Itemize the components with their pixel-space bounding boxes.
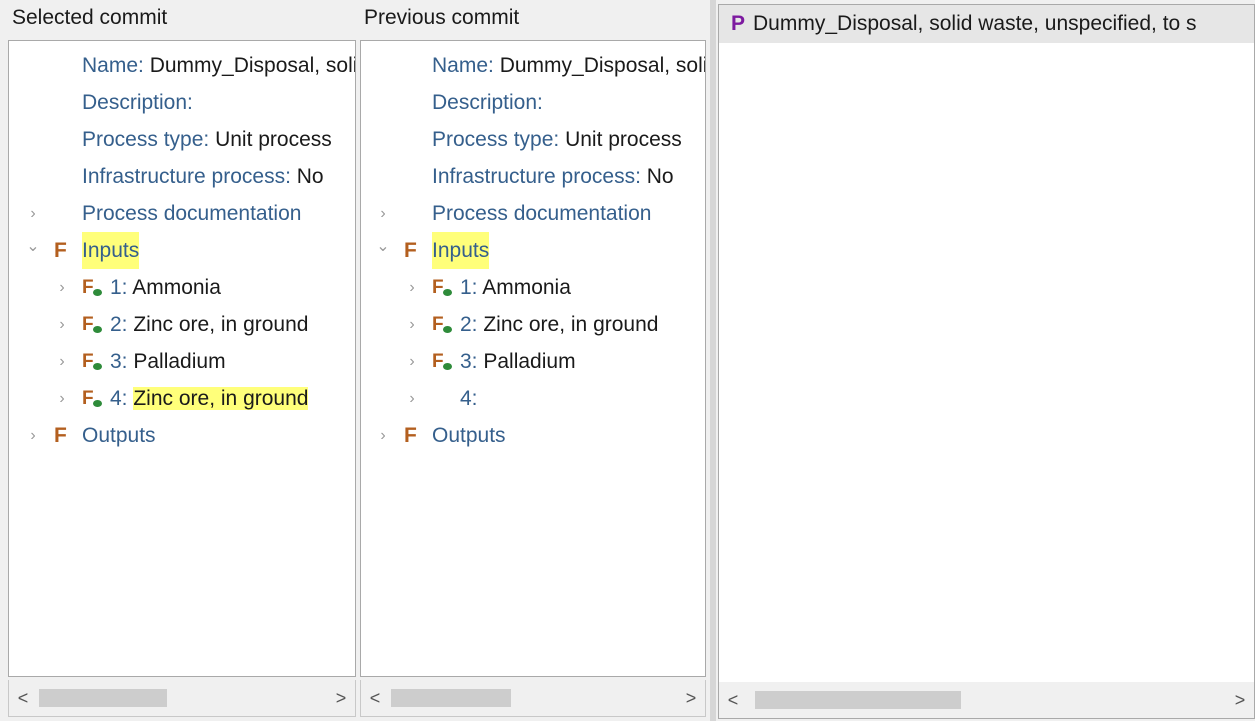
chevron-down-icon[interactable]: ⌄ <box>23 228 43 265</box>
input-4-number: 4: <box>110 387 128 410</box>
chevron-right-icon[interactable]: › <box>52 269 72 306</box>
tree-row-outputs[interactable]: › F Outputs <box>361 417 705 454</box>
tree-row-input-1[interactable]: › F 1: Ammonia <box>9 269 355 306</box>
chevron-right-icon[interactable]: › <box>23 417 43 454</box>
tree-row-input-4[interactable]: › F 4: Zinc ore, in ground <box>9 380 355 417</box>
process-type-value: Unit process <box>565 128 682 151</box>
previous-commit-tree[interactable]: Name: Dummy_Disposal, solid waste, unspe… <box>360 40 706 677</box>
scrollbar-thumb[interactable] <box>391 689 511 707</box>
previous-commit-pane: Previous commit Name: Dummy_Disposal, so… <box>352 0 710 721</box>
elementary-flow-icon: F <box>432 269 460 306</box>
process-type-label: Process type: <box>82 128 210 151</box>
scroll-left-icon[interactable]: < <box>9 680 37 716</box>
infrastructure-label: Infrastructure process: <box>82 165 291 188</box>
input-4-number: 4: <box>460 387 478 410</box>
process-type-label: Process type: <box>432 128 560 151</box>
tree-row-input-4[interactable]: › 4: <box>361 380 705 417</box>
tree-row-input-2[interactable]: › F 2: Zinc ore, in ground <box>9 306 355 343</box>
process-detail-header: P Dummy_Disposal, solid waste, unspecifie… <box>719 5 1254 43</box>
infrastructure-label: Infrastructure process: <box>432 165 641 188</box>
infrastructure-value: No <box>296 165 324 188</box>
selected-commit-tree[interactable]: Name: Dummy_Disposal, solid waste, unspe… <box>8 40 356 677</box>
horizontal-scrollbar[interactable]: < > <box>719 682 1254 718</box>
tree-row-input-3[interactable]: › F 3: Palladium <box>9 343 355 380</box>
chevron-right-icon[interactable]: › <box>52 306 72 343</box>
scroll-right-icon[interactable]: > <box>1226 682 1254 718</box>
process-documentation-label: Process documentation <box>432 202 652 225</box>
input-3-value: Palladium <box>133 350 226 373</box>
tree-row-outputs[interactable]: › F Outputs <box>9 417 355 454</box>
chevron-right-icon[interactable]: › <box>402 380 422 417</box>
previous-commit-header: Previous commit <box>364 6 520 29</box>
input-1-number: 1: <box>460 276 478 299</box>
selected-commit-header: Selected commit <box>12 6 168 29</box>
name-label: Name: <box>82 54 144 77</box>
flow-group-icon: F <box>404 239 417 262</box>
elementary-flow-icon: F <box>432 343 460 380</box>
input-1-number: 1: <box>110 276 128 299</box>
inputs-label: Inputs <box>82 232 140 269</box>
description-label: Description: <box>82 91 193 114</box>
chevron-right-icon[interactable]: › <box>373 195 393 232</box>
flow-group-icon: F <box>404 424 417 447</box>
scrollbar-thumb[interactable] <box>39 689 167 707</box>
flow-group-icon: F <box>54 239 67 262</box>
input-3-number: 3: <box>110 350 128 373</box>
input-4-value: Zinc ore, in ground <box>133 387 309 410</box>
tree-row-process-documentation[interactable]: › Process documentation <box>361 195 705 232</box>
tree-row-inputs[interactable]: ⌄ F Inputs <box>361 232 705 269</box>
name-value: Dummy_Disposal, solid waste, unspecified <box>149 54 355 77</box>
input-1-value: Ammonia <box>132 276 221 299</box>
scroll-right-icon[interactable]: > <box>677 680 705 716</box>
inputs-label: Inputs <box>432 232 490 269</box>
process-type-value: Unit process <box>215 128 332 151</box>
elementary-flow-icon: F <box>82 269 110 306</box>
input-1-value: Ammonia <box>482 276 571 299</box>
chevron-right-icon[interactable]: › <box>402 306 422 343</box>
tree-row-process-documentation[interactable]: › Process documentation <box>9 195 355 232</box>
chevron-down-icon[interactable]: ⌄ <box>373 228 393 265</box>
pane-splitter[interactable] <box>710 0 716 721</box>
scroll-left-icon[interactable]: < <box>719 682 747 718</box>
scrollbar-thumb[interactable] <box>755 691 961 709</box>
input-2-number: 2: <box>460 313 478 336</box>
outputs-label: Outputs <box>82 424 156 447</box>
tree-row-inputs[interactable]: ⌄ F Inputs <box>9 232 355 269</box>
tree-row-input-3[interactable]: › F 3: Palladium <box>361 343 705 380</box>
process-title: Dummy_Disposal, solid waste, unspecified… <box>753 12 1197 35</box>
scroll-right-icon[interactable]: > <box>327 680 355 716</box>
elementary-flow-icon: F <box>432 306 460 343</box>
input-3-number: 3: <box>460 350 478 373</box>
process-documentation-label: Process documentation <box>82 202 302 225</box>
chevron-right-icon[interactable]: › <box>373 417 393 454</box>
input-2-number: 2: <box>110 313 128 336</box>
scroll-left-icon[interactable]: < <box>361 680 389 716</box>
outputs-label: Outputs <box>432 424 506 447</box>
chevron-right-icon[interactable]: › <box>52 380 72 417</box>
chevron-right-icon[interactable]: › <box>23 195 43 232</box>
tree-row-input-2[interactable]: › F 2: Zinc ore, in ground <box>361 306 705 343</box>
input-2-value: Zinc ore, in ground <box>483 313 659 336</box>
infrastructure-value: No <box>646 165 674 188</box>
process-icon: P <box>731 12 746 35</box>
input-3-value: Palladium <box>483 350 576 373</box>
horizontal-scrollbar[interactable]: < > <box>8 680 356 717</box>
elementary-flow-icon: F <box>82 380 110 417</box>
flow-group-icon: F <box>54 424 67 447</box>
selected-commit-pane: Selected commit Name: Dummy_Disposal, so… <box>0 0 360 721</box>
description-label: Description: <box>432 91 543 114</box>
name-value: Dummy_Disposal, solid waste, unspecified <box>499 54 705 77</box>
chevron-right-icon[interactable]: › <box>52 343 72 380</box>
elementary-flow-icon: F <box>82 306 110 343</box>
tree-row-input-1[interactable]: › F 1: Ammonia <box>361 269 705 306</box>
process-detail-pane: P Dummy_Disposal, solid waste, unspecifie… <box>718 4 1255 719</box>
input-2-value: Zinc ore, in ground <box>133 313 309 336</box>
name-label: Name: <box>432 54 494 77</box>
chevron-right-icon[interactable]: › <box>402 269 422 306</box>
chevron-right-icon[interactable]: › <box>402 343 422 380</box>
elementary-flow-icon: F <box>82 343 110 380</box>
horizontal-scrollbar[interactable]: < > <box>360 680 706 717</box>
